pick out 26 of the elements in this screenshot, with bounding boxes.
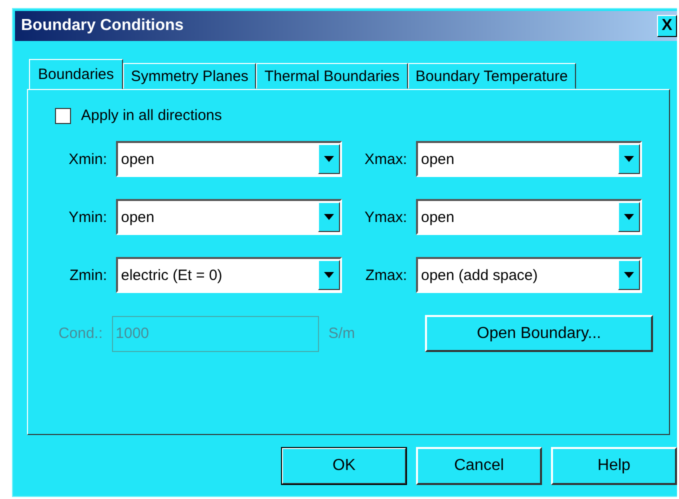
checkbox[interactable] [55,108,71,124]
dropdown[interactable]: open [416,199,642,235]
dropdown[interactable]: open [416,141,642,177]
open-boundary-button[interactable]: Open Boundary... [425,315,653,352]
field-label: Xmin: [68,150,107,168]
field-label: Ymax: [363,208,407,226]
unit-label: S/m [328,325,355,342]
dropdown[interactable]: open (add space) [416,257,642,293]
field-label: Zmax: [364,266,407,284]
field-label: Xmax: [363,150,407,168]
tab[interactable]: Symmetry Planes [122,63,256,89]
tab[interactable]: Thermal Boundaries [256,63,408,89]
tab[interactable]: Boundaries [29,59,123,89]
dropdown[interactable]: open [116,199,342,235]
dropdown[interactable]: open [116,141,342,177]
dialog-button[interactable]: Cancel [416,447,542,485]
checkbox-label: Apply in all directions [81,107,222,124]
field-label: Ymin: [68,208,107,226]
dropdown[interactable]: electric (Et = 0) [116,257,342,293]
dialog-button[interactable]: Help [551,447,677,485]
close-button[interactable]: X [657,15,677,37]
tab[interactable]: Boundary Temperature [408,63,576,89]
dialog-button[interactable]: OK [281,447,407,485]
window-title: Boundary Conditions [21,17,184,35]
field-label: Cond.: [57,325,103,342]
field-label: Zmin: [68,266,107,284]
